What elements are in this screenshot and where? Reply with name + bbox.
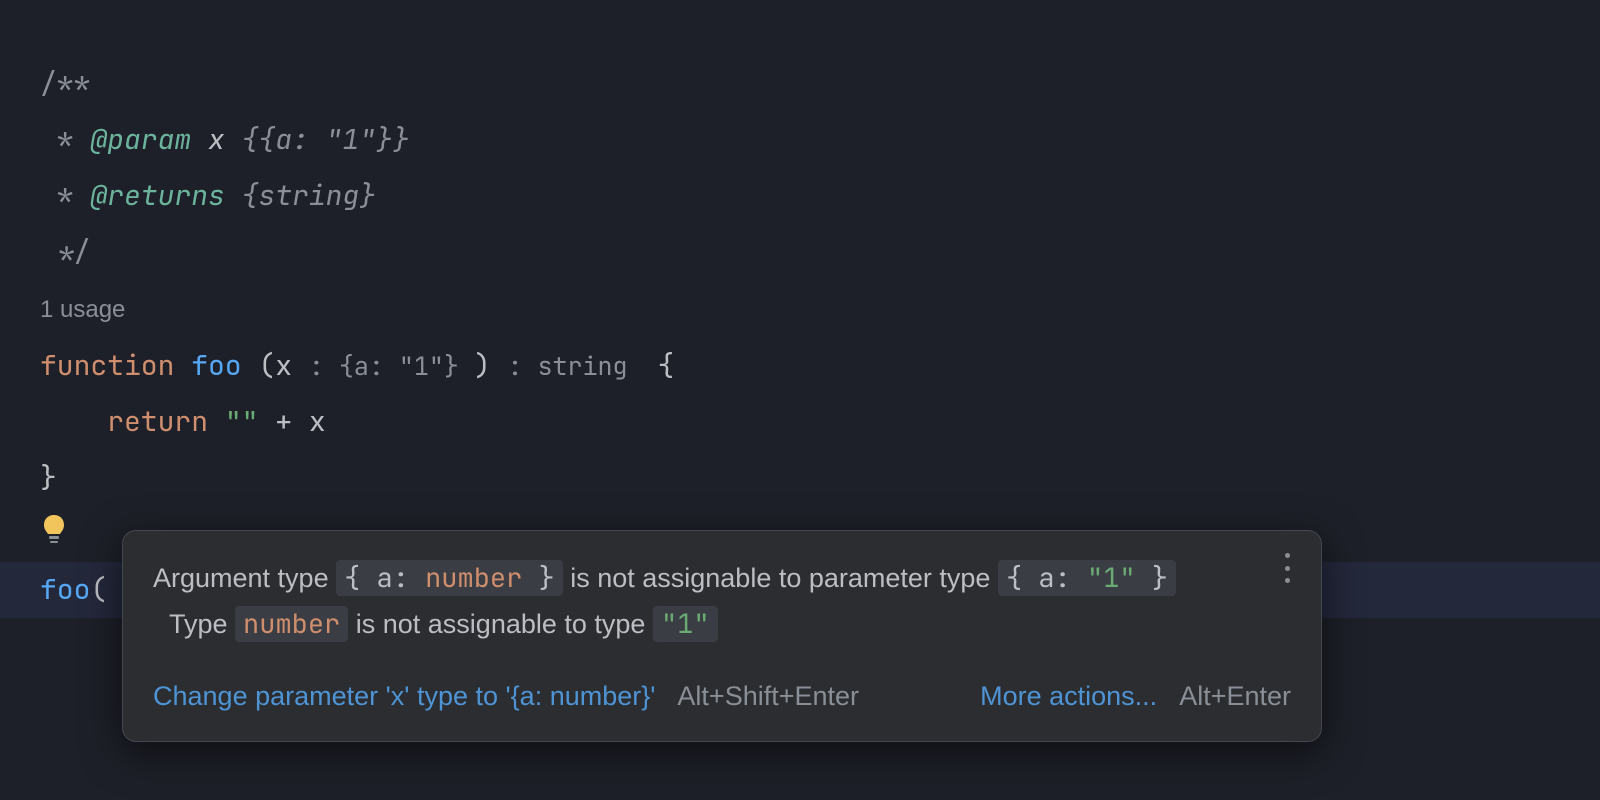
code-chip: number xyxy=(235,606,348,642)
indent xyxy=(40,403,107,440)
string-literal: "" xyxy=(225,403,259,440)
jsdoc-returns-type: {string} xyxy=(225,177,376,214)
usage-inlay-hint[interactable]: 1 usage xyxy=(40,296,125,323)
error-message-line-2: Type number is not assignable to type "1… xyxy=(153,601,1291,647)
param-type-inlay: : {a: "1"} xyxy=(309,349,474,383)
jsdoc-close: */ xyxy=(40,233,90,270)
quickfix-more-actions[interactable]: More actions... xyxy=(980,673,1157,719)
more-icon[interactable] xyxy=(1275,553,1299,583)
lightbulb-icon[interactable] xyxy=(40,514,68,550)
keyword-return: return xyxy=(107,403,208,440)
jsdoc-param-type: {{a: "1"}} xyxy=(242,121,410,158)
concat-x: + x xyxy=(258,403,325,440)
signature-open: (x xyxy=(258,347,308,384)
shortcut-hint: Alt+Shift+Enter xyxy=(677,673,859,719)
jsdoc-tag-returns: @returns xyxy=(90,177,224,214)
error-message-line-1: Argument type { a: number } is not assig… xyxy=(153,555,1291,601)
return-type-inlay: : string xyxy=(507,349,657,383)
quickfix-change-type[interactable]: Change parameter 'x' type to '{a: number… xyxy=(153,673,655,719)
jsdoc-tag-param: @param xyxy=(90,121,191,158)
brace-close: } xyxy=(40,459,57,496)
jsdoc-open: /** xyxy=(40,65,90,102)
paren-close: ) xyxy=(474,347,508,384)
call-fn: foo xyxy=(40,571,90,608)
code-chip: { a: number } xyxy=(336,560,563,596)
error-tooltip: Argument type { a: number } is not assig… xyxy=(122,530,1322,742)
code-chip: "1" xyxy=(653,606,718,642)
keyword-function: function xyxy=(40,347,174,384)
jsdoc-param-name: x xyxy=(191,121,241,158)
code-chip: { a: "1" } xyxy=(998,560,1176,596)
jsdoc-star: * xyxy=(40,121,90,158)
jsdoc-star: * xyxy=(40,177,90,214)
brace-open: { xyxy=(657,347,674,384)
shortcut-hint: Alt+Enter xyxy=(1179,673,1291,719)
quickfix-actions: Change parameter 'x' type to '{a: number… xyxy=(153,673,1291,719)
function-name: foo xyxy=(174,347,258,384)
